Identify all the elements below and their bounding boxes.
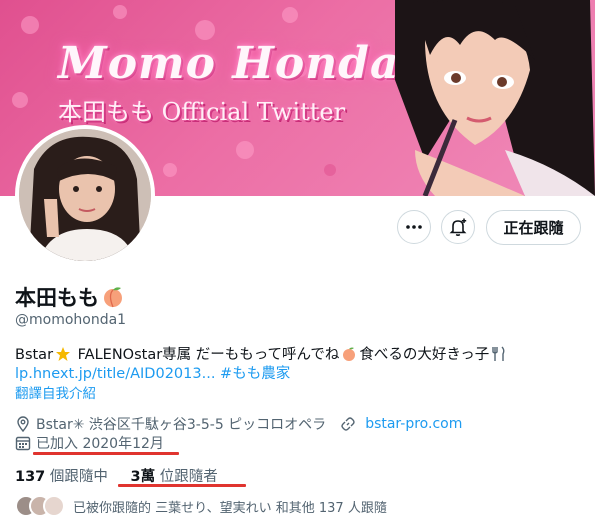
followers-label: 位跟隨者 — [159, 469, 218, 485]
bio-links: lp.hnext.jp/title/AID02013... #もも農家 — [15, 362, 290, 383]
followed-by-text: 已被你跟隨的 三葉せり、望実れい 和其他 137 人跟隨 — [73, 500, 387, 516]
followed-by-row[interactable]: 已被你跟隨的 三葉せり、望実れい 和其他 137 人跟隨 — [15, 495, 387, 517]
notifications-button[interactable] — [441, 210, 475, 244]
website-link[interactable]: bstar-pro.com — [365, 416, 462, 432]
display-name-text: 本田もも — [15, 286, 99, 310]
annotation-underline-followers — [118, 484, 246, 487]
profile-avatar[interactable] — [15, 125, 155, 265]
following-label: 個跟隨中 — [49, 469, 108, 485]
star-icon — [56, 347, 71, 361]
location-icon — [15, 416, 31, 432]
banner-subtitle: 本田もも Official Twitter — [58, 98, 346, 126]
more-horizontal-icon — [406, 225, 422, 229]
banner-illustration — [395, 0, 595, 196]
location-text: Bstar✳︎ 渋谷区千駄ヶ谷3-5-5 ピッコロオペラ — [36, 417, 327, 433]
bell-plus-icon — [449, 218, 467, 236]
bio-text-2: FALENOstar専属 だーももって呼んでね — [73, 347, 340, 363]
followers-count: 3萬 — [130, 469, 156, 485]
avatar — [43, 495, 65, 517]
more-options-button[interactable] — [397, 210, 431, 244]
translate-bio-link[interactable]: 翻譯自我介紹 — [15, 382, 96, 402]
banner-title: Momo Honda — [58, 38, 400, 89]
annotation-underline-joined — [33, 452, 179, 455]
profile-bio: Bstar FALENOstar専属 だーももって呼んでね 食べるの大好きっ子 — [15, 343, 509, 364]
following-count: 137 — [15, 469, 46, 485]
followers-link[interactable]: 3萬 位跟隨者 — [131, 469, 218, 485]
profile-handle: @momohonda1 — [15, 312, 127, 328]
following-button[interactable]: 正在跟隨 — [486, 210, 581, 245]
meta-location-row: Bstar✳︎ 渋谷区千駄ヶ谷3-5-5 ピッコロオペラ bstar-pro.c… — [15, 414, 462, 434]
bio-hashtag[interactable]: #もも農家 — [220, 366, 290, 382]
calendar-icon — [15, 435, 31, 451]
follow-stats: 137 個跟隨中 3萬 位跟隨者 — [15, 465, 218, 486]
link-icon — [340, 416, 356, 432]
display-name: 本田もも — [15, 282, 125, 312]
meta-joined-row: 已加入 2020年12月 — [15, 433, 164, 453]
avatar-photo — [19, 129, 151, 261]
joined-date: 已加入 2020年12月 — [36, 436, 164, 452]
peach-icon — [343, 347, 356, 361]
bio-text-1: Bstar — [15, 347, 54, 363]
bio-link[interactable]: lp.hnext.jp/title/AID02013... — [15, 366, 215, 382]
following-link[interactable]: 137 個跟隨中 — [15, 469, 108, 485]
peach-icon — [104, 287, 122, 308]
bio-text-3: 食べるの大好きっ子 — [359, 347, 490, 363]
fork-knife-icon — [492, 346, 505, 361]
